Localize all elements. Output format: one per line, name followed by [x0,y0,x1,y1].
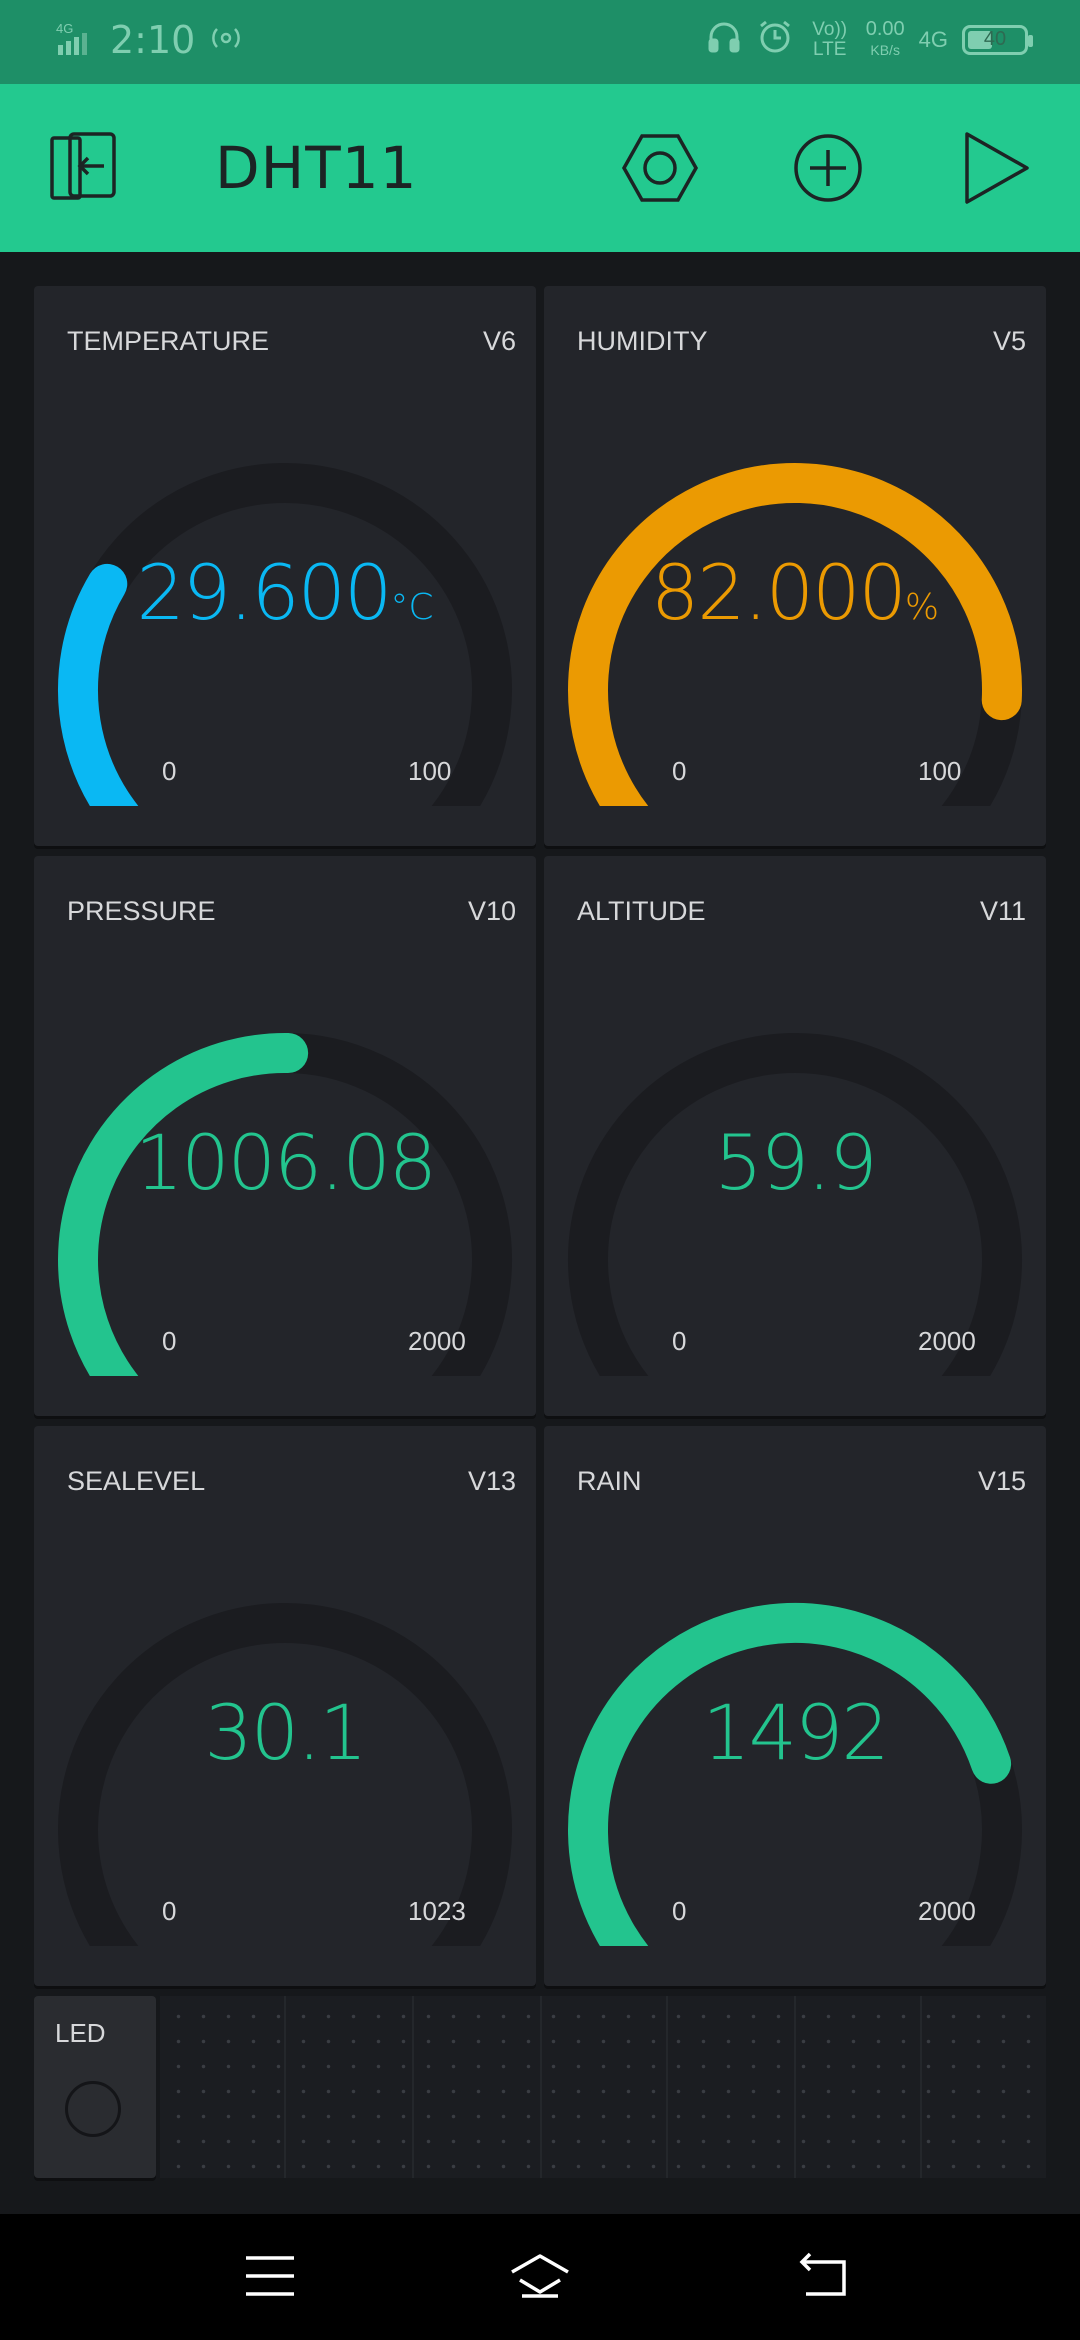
gauge-min: 0 [672,1896,687,1926]
gauge-max: 100 [918,756,962,786]
gauge-temperature[interactable]: TEMPERATURE V6 29.600°C 0 100 [34,286,536,846]
alarm-icon [756,18,794,61]
led-widget[interactable]: LED [34,1996,156,2178]
home-icon[interactable] [508,2250,572,2302]
gauge-min: 0 [162,1326,177,1356]
gauge-value: 82.000% [544,548,1046,637]
gauge-value-number: 59.9 [714,1118,877,1207]
speed-unit: KB/s [870,42,900,58]
gauge-value-arc [58,1033,309,1376]
gauge-value-number: 82.000 [650,548,907,637]
back-icon[interactable] [792,2250,852,2302]
hotspot-icon [209,21,243,60]
gauge-value: 1492 [544,1688,1046,1777]
exit-icon[interactable] [44,128,124,208]
settings-hexagon-icon[interactable] [620,128,700,208]
gauge-sealevel[interactable]: SEALEVEL V13 30.1 0 1023 [34,1426,536,1986]
gauge-value-number: 29.600 [136,548,392,637]
network-type-right: 4G [918,26,948,52]
battery-level: 40 [983,28,1007,50]
network-speed: 0.00 KB/s [866,19,905,60]
gauge-rain[interactable]: RAIN V15 1492 0 2000 [544,1426,1046,1986]
gauge-unit: % [904,587,940,628]
gauge-humidity[interactable]: HUMIDITY V5 82.000% 0 100 [544,286,1046,846]
app-bar: DHT11 [0,84,1080,252]
gauge-min: 0 [162,1896,177,1926]
empty-widget-grid[interactable] [160,1996,1046,2178]
menu-icon[interactable] [240,2250,300,2302]
status-right: Vo)) LTE 0.00 KB/s 4G 40 [706,18,1033,61]
speed-value: 0.00 [865,18,905,40]
gauge-max: 2000 [408,1326,466,1356]
battery-icon: 40 [962,24,1033,55]
gauge-value: 59.9 [544,1118,1046,1207]
gauge-max: 100 [408,756,452,786]
gauge-value-number: 30.1 [204,1688,367,1777]
play-icon[interactable] [955,128,1035,208]
gauge-min: 0 [672,1326,687,1356]
gauge-value-number: 1492 [702,1688,889,1777]
headphones-icon [706,19,742,60]
led-indicator [65,2081,121,2137]
gauge-value: 30.1 [34,1688,536,1777]
gauge-max: 2000 [918,1896,976,1926]
gauge-min: 0 [672,756,687,786]
gauge-value: 1006.08 [34,1118,536,1207]
status-bar: 4G 2:10 Vo)) LTE 0.00 KB/s 4G 40 [0,0,1080,84]
system-nav-bar [0,2214,1080,2340]
svg-text:4G: 4G [56,21,73,36]
signal-icon: 4G [56,21,96,60]
gauge-altitude[interactable]: ALTITUDE V11 59.9 0 2000 [544,856,1046,1416]
add-circle-icon[interactable] [788,128,868,208]
gauge-pressure[interactable]: PRESSURE V10 1006.08 0 2000 [34,856,536,1416]
gauge-value: 29.600°C [34,548,536,637]
page-title: DHT11 [215,134,418,202]
led-label: LED [55,2018,106,2048]
gauge-unit: °C [390,587,434,628]
gauge-max: 2000 [918,1326,976,1356]
status-left: 4G 2:10 [56,18,243,62]
gauge-min: 0 [162,756,177,786]
clock: 2:10 [110,18,196,62]
gauge-max: 1023 [408,1896,466,1926]
gauge-value-number: 1006.08 [134,1118,437,1207]
volte-indicator: Vo)) LTE [812,18,848,60]
